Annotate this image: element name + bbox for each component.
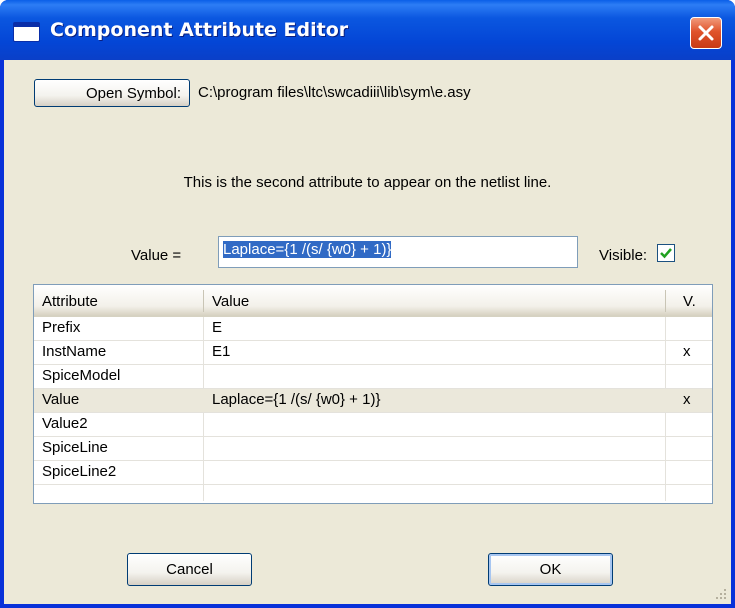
value-input-text: Laplace={1 /(s/ {w0} + 1)} bbox=[223, 241, 392, 258]
ok-button[interactable]: OK bbox=[488, 553, 613, 586]
resize-grip-icon[interactable] bbox=[713, 586, 727, 600]
attribute-cell: Prefix bbox=[42, 319, 81, 336]
column-header-visible[interactable]: V. bbox=[683, 293, 696, 310]
table-row[interactable]: InstName E1 x bbox=[34, 341, 712, 365]
dialog-window: Component Attribute Editor Open Symbol: … bbox=[0, 0, 735, 608]
attribute-cell: SpiceLine2 bbox=[42, 463, 117, 480]
table-row[interactable]: Value2 bbox=[34, 413, 712, 437]
column-header-attribute[interactable]: Attribute bbox=[42, 293, 98, 310]
column-divider[interactable] bbox=[203, 290, 204, 312]
cancel-button[interactable]: Cancel bbox=[127, 553, 252, 586]
value-cell: Laplace={1 /(s/ {w0} + 1)} bbox=[212, 391, 381, 408]
table-row[interactable]: SpiceLine2 bbox=[34, 461, 712, 485]
close-icon bbox=[698, 25, 714, 41]
visible-cell: x bbox=[683, 343, 691, 360]
attribute-cell: InstName bbox=[42, 343, 107, 360]
table-header: Attribute Value V. bbox=[34, 285, 712, 317]
value-input[interactable]: Laplace={1 /(s/ {w0} + 1)} bbox=[218, 236, 578, 268]
attribute-cell: Value2 bbox=[42, 415, 88, 432]
value-cell: E1 bbox=[212, 343, 231, 360]
attribute-cell: Value bbox=[42, 391, 80, 408]
value-cell: E bbox=[212, 319, 223, 336]
attribute-cell: SpiceLine bbox=[42, 439, 108, 456]
value-label: Value = bbox=[131, 247, 182, 264]
checkmark-icon bbox=[660, 248, 672, 259]
attribute-cell: SpiceModel bbox=[42, 367, 121, 384]
column-header-value[interactable]: Value bbox=[212, 293, 249, 310]
close-button[interactable] bbox=[690, 17, 722, 49]
table-row[interactable]: Prefix E bbox=[34, 317, 712, 341]
table-row-selected[interactable]: Value Laplace={1 /(s/ {w0} + 1)} x bbox=[34, 389, 712, 413]
attribute-table: Attribute Value V. Prefix E InstName E1 … bbox=[33, 284, 713, 504]
attribute-description: This is the second attribute to appear o… bbox=[183, 174, 552, 191]
open-symbol-button[interactable]: Open Symbol: bbox=[34, 79, 190, 107]
dialog-body: Open Symbol: C:\program files\ltc\swcadi… bbox=[4, 60, 731, 604]
window-icon bbox=[14, 23, 39, 41]
window-title: Component Attribute Editor bbox=[50, 19, 349, 41]
visible-checkbox[interactable] bbox=[657, 244, 675, 262]
table-row[interactable]: SpiceModel bbox=[34, 365, 712, 389]
title-bar[interactable]: Component Attribute Editor bbox=[0, 0, 735, 60]
visible-cell: x bbox=[683, 391, 691, 408]
table-row[interactable]: SpiceLine bbox=[34, 437, 712, 461]
symbol-path: C:\program files\ltc\swcadiii\lib\sym\e.… bbox=[198, 84, 471, 101]
visible-label: Visible: bbox=[599, 247, 648, 264]
column-divider[interactable] bbox=[665, 290, 666, 312]
